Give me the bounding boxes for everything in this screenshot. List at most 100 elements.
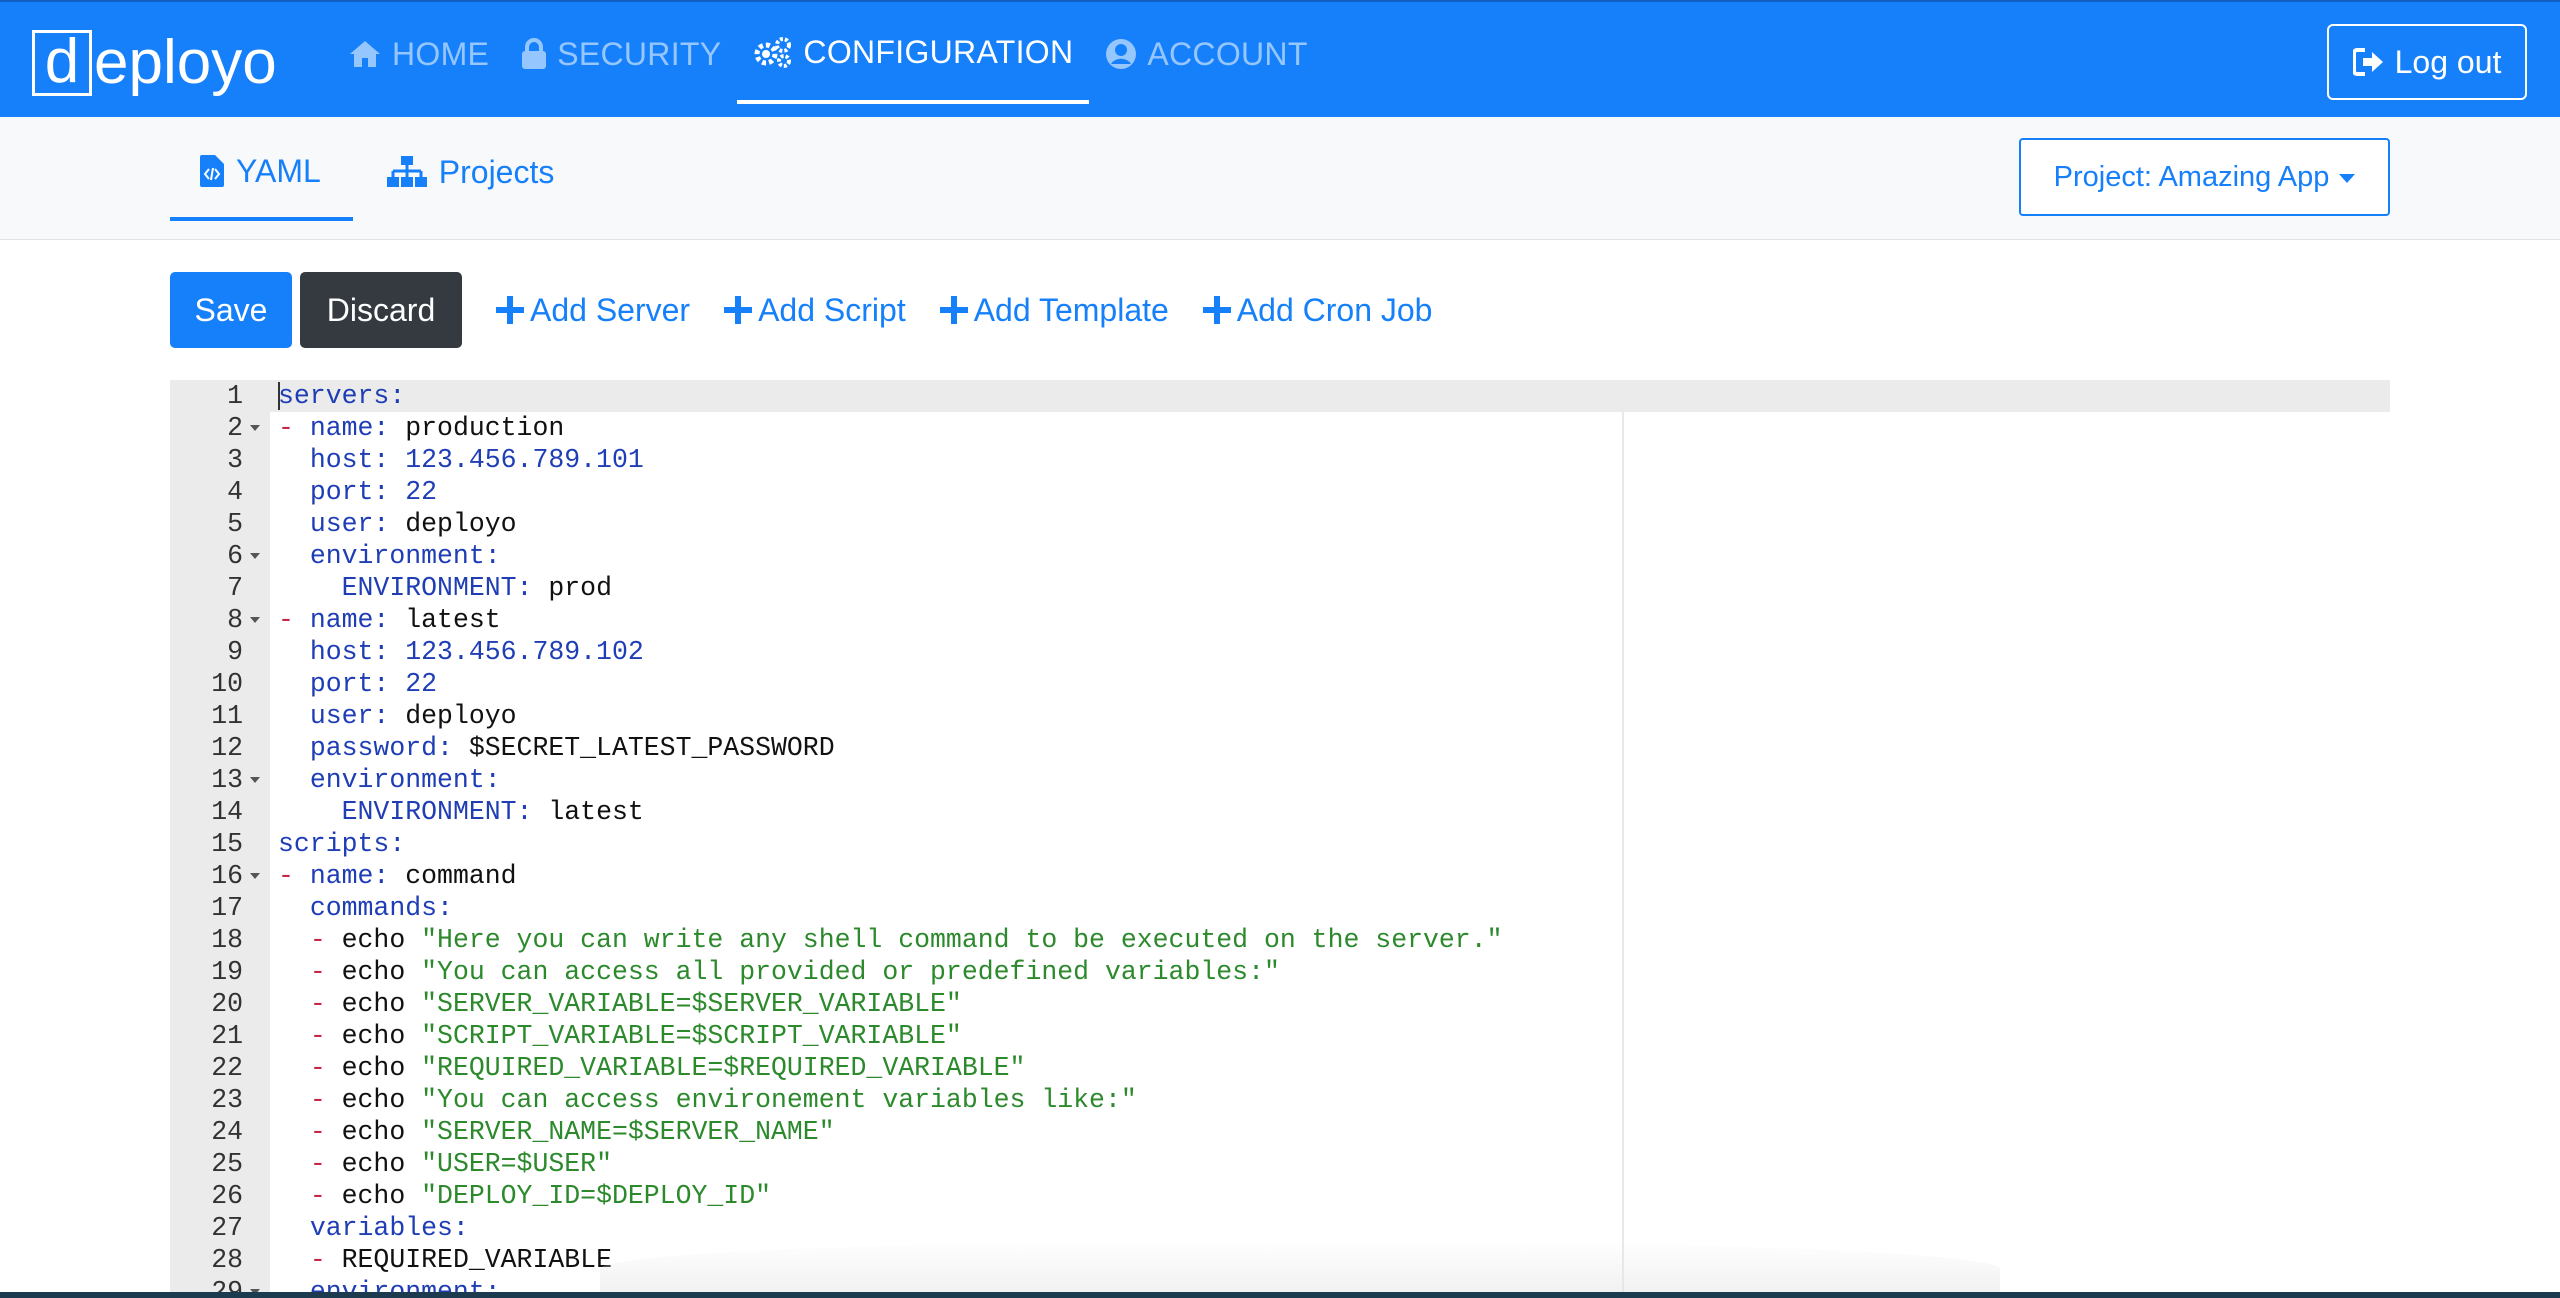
code-token: - [309, 957, 342, 987]
text-cursor [278, 382, 280, 410]
code-line[interactable]: 3 host: 123.456.789.101 [170, 444, 2390, 476]
nav-item-security[interactable]: SECURITY [505, 4, 737, 104]
nav-item-account[interactable]: ACCOUNT [1089, 4, 1323, 104]
code-line[interactable]: 2 - name: production [170, 412, 2390, 444]
code-token: echo [341, 957, 422, 987]
code-line[interactable]: 7 ENVIRONMENT: prod [170, 572, 2390, 604]
line-number: 16 [211, 861, 243, 891]
code-line[interactable]: 5 user: deployo [170, 508, 2390, 540]
code-line[interactable]: 19 - echo "You can access all provided o… [170, 956, 2390, 988]
line-number: 10 [211, 669, 243, 699]
tab-projects[interactable]: Projects [357, 117, 587, 219]
window-bottom-edge [0, 1292, 2560, 1298]
add-cron-job-link[interactable]: Add Cron Job [1202, 292, 1432, 329]
code-text: - echo "SERVER_NAME=$SERVER_NAME" [278, 1116, 835, 1148]
code-token: latest [532, 797, 644, 827]
code-line[interactable]: 26 - echo "DEPLOY_ID=$DEPLOY_ID" [170, 1180, 2390, 1212]
code-token: REQUIRED_VARIABLE [341, 1245, 612, 1275]
cogs-icon [754, 37, 792, 68]
code-line[interactable]: 24 - echo "SERVER_NAME=$SERVER_NAME" [170, 1116, 2390, 1148]
code-token: command [389, 861, 517, 891]
line-number: 4 [227, 477, 243, 507]
fold-toggle-icon[interactable] [250, 425, 260, 431]
save-button[interactable]: Save [170, 272, 292, 348]
code-line[interactable]: 23 - echo "You can access environement v… [170, 1084, 2390, 1116]
code-line[interactable]: 17 commands: [170, 892, 2390, 924]
code-token: "REQUIRED_VARIABLE=$REQUIRED_VARIABLE" [421, 1053, 1026, 1083]
code-line[interactable]: 11 user: deployo [170, 700, 2390, 732]
code-token: "You can access all provided or predefin… [421, 957, 1280, 987]
code-line[interactable]: 22 - echo "REQUIRED_VARIABLE=$REQUIRED_V… [170, 1052, 2390, 1084]
code-line[interactable]: 16 - name: command [170, 860, 2390, 892]
line-number: 1 [227, 381, 243, 411]
yaml-code-editor[interactable]: 1 servers: 2- name: production 3 host: 123.… [170, 380, 2390, 1298]
add-server-label: Add Server [530, 291, 691, 328]
sub-navbar: YAML Projects Project: Amazing App [0, 117, 2560, 240]
code-line[interactable]: 1 servers: [170, 380, 2390, 412]
config-tabs: YAML Projects [170, 117, 590, 239]
line-number: 7 [227, 573, 243, 603]
line-number: 21 [211, 1021, 243, 1051]
code-token: "SERVER_NAME=$SERVER_NAME" [421, 1117, 835, 1147]
line-number: 17 [211, 893, 243, 923]
code-token: port: [309, 669, 390, 699]
code-line[interactable]: 4 port: 22 [170, 476, 2390, 508]
code-line[interactable]: 15 scripts: [170, 828, 2390, 860]
line-number: 11 [211, 701, 243, 731]
code-line[interactable]: 18 - echo "Here you can write any shell … [170, 924, 2390, 956]
fold-toggle-icon[interactable] [250, 777, 260, 783]
code-text: - name: command [278, 860, 517, 892]
code-token: environment: [309, 765, 501, 795]
lock-icon [522, 38, 547, 69]
nav-item-configuration[interactable]: CONFIGURATION [737, 4, 1090, 104]
tab-yaml[interactable]: YAML [170, 117, 353, 221]
line-number: 19 [211, 957, 243, 987]
code-token: user: [309, 701, 390, 731]
code-line[interactable]: 25 - echo "USER=$USER" [170, 1148, 2390, 1180]
code-line[interactable]: 10 port: 22 [170, 668, 2390, 700]
code-token: port: [309, 477, 390, 507]
code-text: environment: [278, 764, 501, 796]
fold-toggle-icon[interactable] [250, 617, 260, 623]
nav-item-label: ACCOUNT [1147, 35, 1308, 72]
nav-item-home[interactable]: HOME [332, 4, 505, 104]
code-token: variables: [309, 1213, 469, 1243]
fold-toggle-icon[interactable] [250, 873, 260, 879]
code-text: ENVIRONMENT: prod [278, 572, 612, 604]
discard-button[interactable]: Discard [300, 272, 462, 348]
code-line[interactable]: 6 environment: [170, 540, 2390, 572]
file-code-icon [200, 155, 224, 187]
code-line[interactable]: 9 host: 123.456.789.102 [170, 636, 2390, 668]
line-number: 14 [211, 797, 243, 827]
logout-button[interactable]: Log out [2327, 24, 2527, 100]
add-template-link[interactable]: Add Template [939, 292, 1169, 329]
code-text: - name: latest [278, 604, 501, 636]
nav-item-label: SECURITY [557, 35, 722, 72]
code-line[interactable]: 20 - echo "SERVER_VARIABLE=$SERVER_VARIA… [170, 988, 2390, 1020]
brand-logo[interactable]: d eployo [32, 28, 277, 98]
code-token: host: [309, 445, 390, 475]
add-script-link[interactable]: Add Script [724, 292, 906, 329]
code-token: - [309, 925, 342, 955]
code-text: environment: [278, 540, 501, 572]
code-token: ENVIRONMENT: [341, 797, 533, 827]
code-token: environment: [309, 541, 501, 571]
code-line[interactable]: 14 ENVIRONMENT: latest [170, 796, 2390, 828]
code-token: prod [532, 573, 612, 603]
code-token: echo [341, 989, 422, 1019]
project-select-dropdown[interactable]: Project: Amazing App [2019, 138, 2390, 216]
code-text: - echo "You can access environement vari… [278, 1084, 1137, 1116]
line-number: 9 [227, 637, 243, 667]
line-number: 23 [211, 1085, 243, 1115]
code-line[interactable]: 12 password: $SECRET_LATEST_PASSWORD [170, 732, 2390, 764]
fold-toggle-icon[interactable] [250, 553, 260, 559]
code-token: deployo [389, 701, 517, 731]
code-line[interactable]: 8 - name: latest [170, 604, 2390, 636]
add-server-link[interactable]: Add Server [496, 292, 690, 329]
code-line[interactable]: 21 - echo "SCRIPT_VARIABLE=$SCRIPT_VARIA… [170, 1020, 2390, 1052]
code-line[interactable]: 13 environment: [170, 764, 2390, 796]
